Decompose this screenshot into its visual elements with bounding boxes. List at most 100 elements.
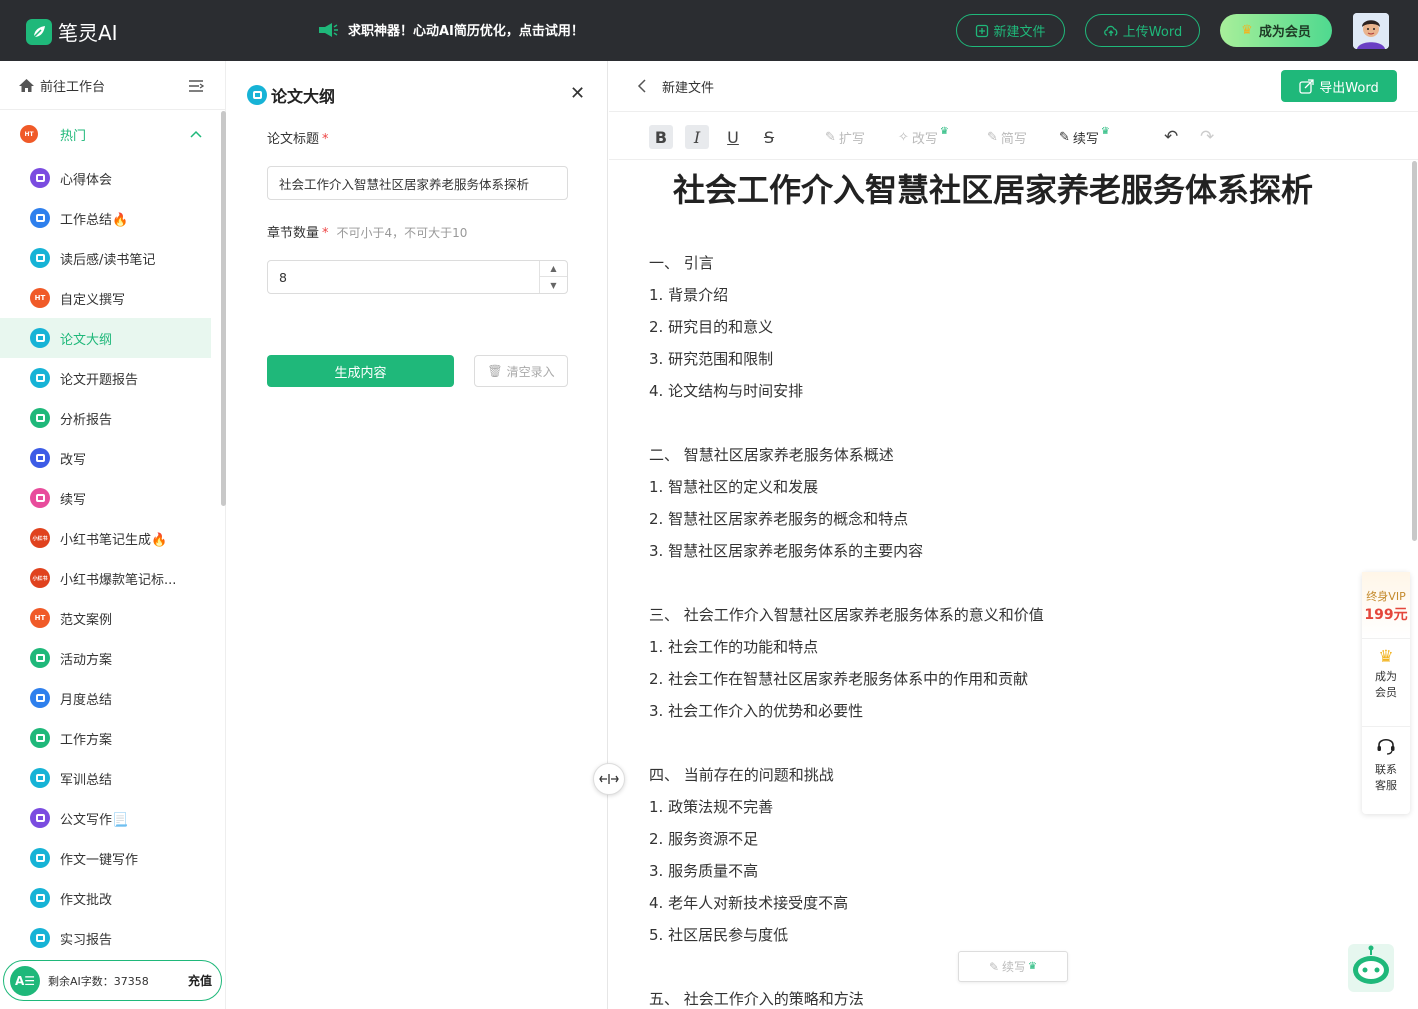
undo-icon[interactable]: ↶ [1164,125,1178,149]
sidebar-item-label: 读后感/读书笔记 [60,252,156,268]
panel-title: 论文大纲 [247,83,335,107]
chevron-up-icon [190,130,202,138]
chapter-count-stepper[interactable]: 8 ▲ ▼ [267,260,568,294]
editor-header: 新建文件 导出Word [609,61,1418,111]
xhs-icon: 小红书 [30,568,50,588]
sidebar-item[interactable]: 读后感/读书笔记 [0,238,225,278]
resize-handle[interactable] [593,763,625,795]
sidebar-item[interactable]: 活动方案 [0,638,225,678]
outline-form-panel: 论文大纲 ✕ 论文标题 * 社会工作介入智慧社区居家养老服务体系探析 章节数量 * 不… [227,61,608,1009]
document-line: 3. 研究范围和限制 [649,350,774,368]
sidebar-item[interactable]: 分析报告 [0,398,225,438]
underline-button[interactable]: U [721,125,745,149]
editor-scrollbar[interactable] [1412,161,1417,541]
sidebar-item-label: 自定义撰写 [60,292,126,308]
sidebar-item[interactable]: 工作总结🔥 [0,198,225,238]
sidebar-item[interactable]: HT 范文案例 [0,598,225,638]
export-word-button[interactable]: 导出Word [1281,70,1397,102]
document-line: 1. 社会工作的功能和特点 [649,638,819,656]
strikethrough-button[interactable]: S [757,125,781,149]
document-line: 3. 社会工作介入的优势和必要性 [649,702,864,720]
sidebar-item-label: 分析报告 [60,412,113,428]
italic-button[interactable]: I [685,125,709,149]
sidebar-scrollbar[interactable] [221,111,226,506]
upload-word-button[interactable]: 上传Word [1085,14,1200,47]
recharge-button[interactable]: 充值 [188,972,212,989]
xhs-icon: 小红书 [30,528,50,548]
generate-button[interactable]: 生成内容 [267,355,454,387]
sidebar-item[interactable]: 续写 [0,478,225,518]
stepper-controls: ▲ ▼ [539,261,567,293]
sidebar-item[interactable]: 作文批改 [0,878,225,918]
headset-icon [1377,738,1395,755]
become-member-link[interactable]: ♛ 成为 会员 [1362,638,1410,726]
square-icon [30,808,50,828]
sidebar-item-label: 范文案例 [60,612,113,628]
document-line: 2. 社会工作在智慧社区居家养老服务体系中的作用和贡献 [649,670,1029,688]
continue-icon: ✎ [1059,129,1070,145]
bold-button[interactable]: B [649,125,673,149]
promo-banner[interactable]: 求职神器！心动AI简历优化，点击试用！ [317,20,584,39]
sidebar-item[interactable]: 工作方案 [0,718,225,758]
trash-icon: 🗑 [487,364,503,378]
close-icon[interactable]: ✕ [570,83,585,104]
sidebar-item[interactable]: 论文大纲 [0,318,211,358]
megaphone-icon [319,22,338,37]
sidebar-item[interactable]: 论文开题报告 [0,358,225,398]
document-line: 一、 引言 [649,254,714,272]
quota-text: 剩余AI字数：37358 [48,974,149,988]
sidebar-item-label: 作文一键写作 [60,852,139,868]
document-title: 社会工作介入智慧社区居家养老服务体系探析 [673,171,1314,209]
back-chevron-icon[interactable] [637,79,646,93]
sidebar-item-label: 活动方案 [60,652,113,668]
menu-collapse-icon[interactable] [188,79,204,93]
paper-title-input[interactable]: 社会工作介入智慧社区居家养老服务体系探析 [267,166,568,200]
floating-continue-button[interactable]: ✎ 续写 ♛ [958,951,1068,982]
chapter-count-label: 章节数量 * 不可小于4，不可大于10 [267,226,468,241]
export-icon [1299,78,1314,94]
sidebar-item[interactable]: 实习报告 [0,918,225,958]
sidebar-item[interactable]: 军训总结 [0,758,225,798]
square-icon [30,168,50,188]
continue-button[interactable]: ✎ 续写 ♛ [1059,125,1110,149]
sidebar-item[interactable]: 小红书 小红书笔记生成🔥 [0,518,225,558]
crown-icon: ♛ [1378,647,1394,667]
redo-icon[interactable]: ↷ [1200,125,1214,149]
document-line: 4. 论文结构与时间安排 [649,382,804,400]
avatar[interactable] [1353,13,1389,49]
expand-button[interactable]: ✎ 扩写 [825,125,865,149]
sidebar-item[interactable]: HT 自定义撰写 [0,278,225,318]
file-name[interactable]: 新建文件 [662,77,714,96]
sidebar-item[interactable]: 作文一键写作 [0,838,225,878]
briefcase-icon [30,688,50,708]
simplify-button[interactable]: ✎ 简写 [987,125,1027,149]
logo-leaf-icon [26,18,52,45]
increment-icon[interactable]: ▲ [540,261,567,277]
hot-group-header[interactable]: HT 热门 [0,110,225,158]
sidebar-item[interactable]: 小红书 小红书爆款笔记标... [0,558,225,598]
doc-icon [30,648,50,668]
new-file-button[interactable]: 新建文件 [956,14,1065,47]
editor-toolbar: B I U S ✎ 扩写 ✧ 改写 ♛ ✎ 简写 ✎ 续写 ♛ ↶ ↷ [609,111,1418,160]
decrement-icon[interactable]: ▼ [540,277,567,293]
document-line: 三、 社会工作介入智慧社区居家养老服务体系的意义和价值 [649,606,1044,624]
sidebar-item[interactable]: 改写 [0,438,225,478]
ai-assistant-robot-icon[interactable] [1346,942,1396,994]
document-line: 1. 背景介绍 [649,286,729,304]
book-icon [30,248,50,268]
crown-icon: ♛ [1100,125,1110,137]
become-vip-button[interactable]: ♛ 成为会员 [1220,14,1332,47]
document-line: 二、 智慧社区居家养老服务体系概述 [649,446,894,464]
sidebar-item[interactable]: 心得体会 [0,158,225,198]
cloud-upload-icon [1103,25,1118,36]
document-line: 2. 研究目的和意义 [649,318,774,336]
right-float-panel: 终身VIP 199元 ♛ 成为 会员 联系 客服 [1362,572,1410,814]
sidebar-item[interactable]: 月度总结 [0,678,225,718]
workbench-link[interactable]: 前往工作台 [0,61,225,110]
contact-service-link[interactable]: 联系 客服 [1362,726,1410,814]
lifetime-vip-offer[interactable]: 终身VIP 199元 [1362,572,1410,638]
logo[interactable]: 笔灵AI [26,17,118,46]
rewrite-button[interactable]: ✧ 改写 ♛ [898,125,949,149]
sidebar-item[interactable]: 公文写作📃 [0,798,225,838]
clear-input-button[interactable]: 🗑 清空录入 [474,355,568,387]
